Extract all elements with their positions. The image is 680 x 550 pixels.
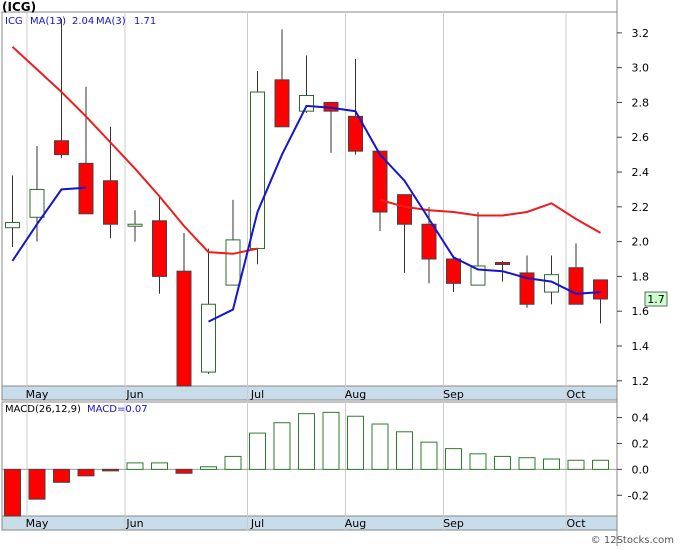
price-ytick-label: 3.2	[632, 27, 650, 40]
price-xtick-label: Aug	[345, 388, 366, 401]
macd-legend-label: MACD(26,12,9)	[5, 404, 81, 415]
chart-title: (ICG)	[2, 0, 37, 14]
macd-bar-negative	[53, 468, 70, 483]
candle-down	[593, 279, 608, 300]
candle-up	[29, 188, 45, 218]
macd-bar-positive	[567, 459, 585, 470]
macd-xtick-label: May	[26, 517, 49, 530]
macd-bar-positive	[371, 423, 389, 470]
price-ytick-label: 2.8	[632, 96, 650, 109]
macd-xaxis-band	[1, 515, 618, 531]
candle-down	[176, 270, 192, 387]
macd-bar-positive	[420, 441, 438, 470]
macd-bar-positive	[224, 455, 242, 470]
macd-bar-positive	[494, 455, 511, 470]
candle-up	[127, 223, 143, 227]
candle-up	[299, 94, 314, 112]
price-ytick-label: 2.2	[632, 201, 650, 214]
candle-down	[495, 261, 510, 265]
macd-bar-negative	[102, 468, 119, 472]
price-ytick-label: 1.4	[632, 340, 650, 353]
candle-down	[421, 223, 437, 260]
candle-up	[250, 91, 265, 250]
price-ytick-label: 3.0	[632, 62, 650, 75]
price-xtick-label: Jul	[250, 388, 264, 401]
macd-xtick-label: Jun	[125, 517, 143, 530]
macd-bar-positive	[273, 422, 291, 470]
macd-bar-positive	[322, 411, 340, 470]
price-xaxis-band	[1, 385, 618, 401]
macd-bar-negative	[77, 468, 95, 477]
chart-page: (ICG) 1.2 1.4 1.6 1.8 2.0 2.2 2.4 2.6 2.8 3.0 3.2 -…	[0, 0, 680, 546]
candle-down	[103, 180, 118, 225]
macd-bar-negative	[28, 468, 46, 500]
macd-bar-positive	[518, 457, 536, 470]
macd-bar-positive	[298, 413, 315, 470]
candle-up	[5, 221, 20, 229]
watermark: © 12Stocks.com	[590, 535, 674, 546]
macd-bar-negative	[175, 468, 193, 474]
macd-bar-positive	[543, 458, 560, 470]
price-ytick-label: 1.8	[632, 270, 650, 283]
macd-legend-value: MACD=0.07	[87, 404, 148, 415]
price-xtick-label: May	[26, 388, 49, 401]
price-ytick-label: 2.6	[632, 131, 650, 144]
candle-up	[201, 303, 216, 373]
candle-down	[568, 267, 584, 305]
candle-down	[54, 140, 69, 156]
legend-ma13-value: 2.04	[72, 16, 94, 27]
macd-xtick-label: Oct	[566, 517, 586, 530]
macd-bar-positive	[592, 459, 609, 470]
macd-xtick-label: Sep	[443, 517, 464, 530]
price-xtick-label: Jun	[125, 388, 143, 401]
macd-bar-negative	[4, 468, 21, 517]
macd-ytick-label: 0.2	[632, 437, 650, 450]
legend-ma13-label: MA(13)	[30, 16, 66, 27]
price-panel-frame	[1, 11, 618, 401]
price-ytick-label: 2.4	[632, 166, 650, 179]
macd-bar-positive	[347, 415, 364, 470]
macd-ytick-label: 0.4	[632, 412, 650, 425]
macd-bar-positive	[469, 453, 487, 470]
macd-xtick-label: Jul	[250, 517, 264, 530]
macd-xtick-label: Aug	[345, 517, 366, 530]
macd-bar-positive	[396, 431, 413, 470]
macd-bar-positive	[445, 448, 462, 470]
candle-down	[446, 258, 461, 284]
price-xtick-label: Sep	[443, 388, 464, 401]
legend-symbol: ICG	[5, 16, 23, 27]
candle-down	[274, 79, 290, 128]
macd-bar-positive	[249, 432, 266, 470]
candle-down	[152, 220, 167, 277]
price-xtick-label: Oct	[566, 388, 586, 401]
price-ytick-label: 1.6	[632, 305, 650, 318]
candle-down	[397, 194, 412, 225]
legend-ma3-value: 1.71	[134, 16, 156, 27]
macd-ytick-label: -0.2	[628, 489, 649, 502]
price-ytick-label: 1.2	[632, 375, 650, 388]
macd-bar-positive	[126, 462, 144, 470]
candle-up	[225, 239, 241, 286]
last-price-label: 1.7	[647, 293, 665, 306]
price-ytick-label: 2.0	[632, 236, 650, 249]
macd-bar-positive	[200, 466, 217, 470]
macd-ytick-label: 0.0	[632, 463, 650, 476]
stock-chart: 1.2 1.4 1.6 1.8 2.0 2.2 2.4 2.6 2.8 3.0 3.2 -0.2 0.0…	[1, 0, 668, 546]
macd-bar-positive	[151, 462, 168, 470]
legend-ma3-label: MA(3)	[96, 16, 126, 27]
